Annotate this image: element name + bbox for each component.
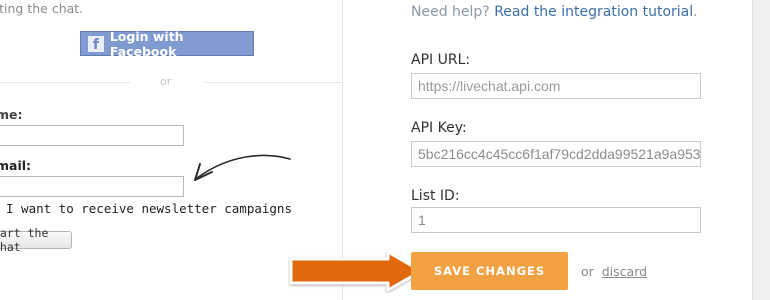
help-suffix: . bbox=[693, 4, 698, 20]
name-label: me: bbox=[0, 107, 23, 122]
name-field[interactable] bbox=[0, 125, 184, 146]
start-chat-button[interactable]: tart the chat bbox=[0, 226, 72, 254]
list-id-input[interactable]: 1 bbox=[411, 207, 701, 233]
discard-area: or discard bbox=[581, 264, 647, 279]
newsletter-checkbox-label[interactable]: I want to receive newsletter campaigns bbox=[6, 201, 292, 216]
integration-tutorial-link[interactable]: Read the integration tutorial bbox=[494, 4, 693, 20]
or-text: or bbox=[581, 264, 594, 279]
api-url-input[interactable]: https://livechat.api.com bbox=[411, 73, 701, 99]
intro-text: rting the chat. bbox=[0, 1, 84, 16]
pointer-arrow-icon bbox=[289, 250, 423, 292]
help-text: Need help? Read the integration tutorial… bbox=[411, 4, 698, 20]
email-field[interactable] bbox=[0, 176, 184, 197]
facebook-login-label: Login with Facebook bbox=[109, 28, 184, 59]
api-url-label: API URL: bbox=[411, 52, 471, 68]
save-changes-button[interactable]: SAVE CHANGES bbox=[411, 252, 568, 290]
help-prefix: Need help? bbox=[411, 4, 495, 20]
hand-drawn-arrow-icon bbox=[194, 154, 291, 181]
facebook-icon: f bbox=[88, 35, 104, 52]
right-edge-strip bbox=[752, 0, 770, 300]
api-key-input[interactable]: 5bc216cc4c45cc6f1af79cd2dda99521a9a953 bbox=[411, 141, 701, 167]
api-key-label: API Key: bbox=[411, 120, 467, 136]
or-divider-text: or bbox=[160, 75, 172, 88]
or-divider-left bbox=[0, 82, 130, 83]
api-url-placeholder: https://livechat.api.com bbox=[418, 78, 561, 94]
list-id-label: List ID: bbox=[411, 188, 460, 204]
discard-link[interactable]: discard bbox=[602, 264, 647, 279]
facebook-login-button[interactable]: f Login with Facebook bbox=[80, 28, 254, 59]
api-key-value: 5bc216cc4c45cc6f1af79cd2dda99521a9a953 bbox=[418, 146, 701, 162]
email-label: mail: bbox=[0, 158, 32, 173]
or-divider-right bbox=[205, 82, 342, 83]
list-id-value: 1 bbox=[418, 212, 426, 228]
